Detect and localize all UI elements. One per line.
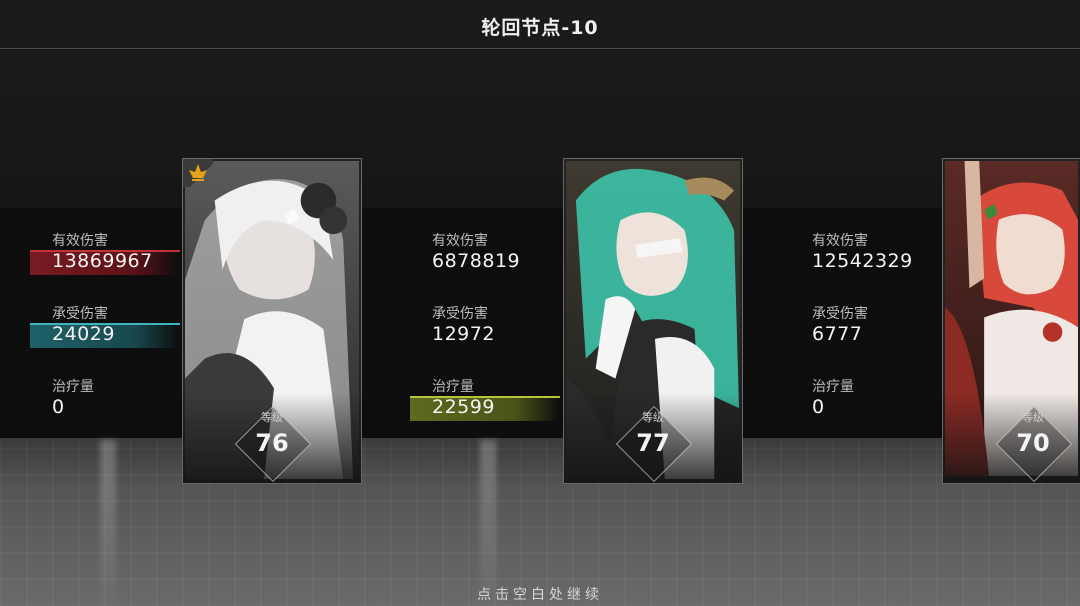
level-value: 77 xyxy=(636,429,670,457)
character-card-1[interactable]: 等级 76 xyxy=(182,158,362,484)
level-label: 等级 xyxy=(1022,411,1044,424)
light-beam xyxy=(100,440,116,606)
stats-panel-3: 有效伤害 12542329 承受伤害 6777 治疗量 0 xyxy=(790,222,940,441)
stats-panel-2: 有效伤害 6878819 承受伤害 12972 治疗量 22599 xyxy=(410,222,560,441)
continue-hint: 点击空白处继续 xyxy=(477,587,603,603)
level-value: 70 xyxy=(1016,429,1050,457)
stat-label: 治疗量 xyxy=(812,379,854,395)
stat-value: 0 xyxy=(812,396,825,418)
stat-label: 治疗量 xyxy=(432,379,474,395)
stat-healing: 治疗量 22599 xyxy=(410,368,560,441)
stat-label: 治疗量 xyxy=(52,379,94,395)
stat-healing: 治疗量 0 xyxy=(790,368,940,441)
stat-label: 承受伤害 xyxy=(812,306,868,322)
level-label: 等级 xyxy=(261,411,283,424)
stat-label: 有效伤害 xyxy=(52,233,108,249)
stat-label: 承受伤害 xyxy=(52,306,108,322)
stat-damage-taken: 承受伤害 6777 xyxy=(790,295,940,368)
stat-label: 有效伤害 xyxy=(812,233,868,249)
level-value: 76 xyxy=(255,429,289,457)
stat-damage-dealt: 有效伤害 6878819 xyxy=(410,222,560,295)
stat-label: 承受伤害 xyxy=(432,306,488,322)
page-title: 轮回节点-10 xyxy=(481,16,599,39)
light-beam xyxy=(480,440,496,606)
stat-healing: 治疗量 0 xyxy=(30,368,180,441)
stat-value: 6878819 xyxy=(432,250,521,272)
character-card-3[interactable]: 等级 70 xyxy=(942,158,1080,484)
class-icon xyxy=(189,164,207,181)
stat-value: 22599 xyxy=(432,396,495,418)
stat-value: 6777 xyxy=(812,323,863,345)
character-card-2[interactable]: 等级 77 xyxy=(563,158,743,484)
class-badge xyxy=(183,159,213,187)
level-label: 等级 xyxy=(642,411,664,424)
stat-damage-dealt: 有效伤害 13869967 xyxy=(30,222,180,295)
stat-label: 有效伤害 xyxy=(432,233,488,249)
stat-value: 12972 xyxy=(432,323,495,345)
page-header: 轮回节点-10 xyxy=(0,0,1080,49)
stats-panel-1: 有效伤害 13869967 承受伤害 24029 治疗量 0 xyxy=(30,222,180,441)
stat-damage-taken: 承受伤害 24029 xyxy=(30,295,180,368)
stat-value: 13869967 xyxy=(52,250,153,272)
stat-damage-taken: 承受伤害 12972 xyxy=(410,295,560,368)
stat-value: 12542329 xyxy=(812,250,913,272)
stat-value: 0 xyxy=(52,396,65,418)
stat-value: 24029 xyxy=(52,323,115,345)
stat-damage-dealt: 有效伤害 12542329 xyxy=(790,222,940,295)
floor-background[interactable] xyxy=(0,438,1080,606)
